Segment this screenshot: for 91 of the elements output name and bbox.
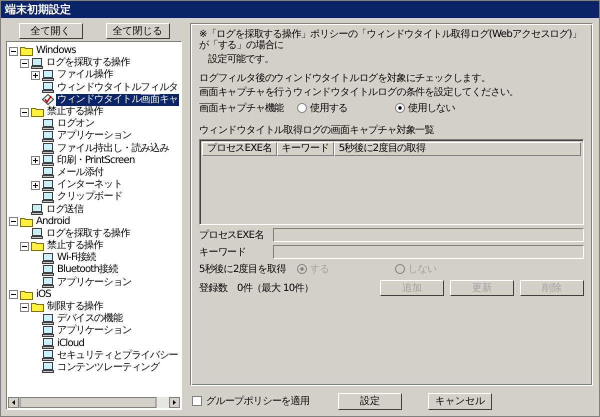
tree-item[interactable]: ウィンドウタイトル画面キャ [56,94,179,106]
monitor-icon [42,82,54,94]
dialog-button[interactable]: キャンセル [428,392,492,410]
tree-item[interactable]: 禁止する操作 [46,106,104,118]
monitor-icon [31,58,43,69]
list-view[interactable]: プロセスEXE名 キーワード 5秒後に2度目の取得 [199,139,584,225]
monitor-icon [31,228,43,240]
tree-item[interactable]: ファイル持出し・読み込み [56,142,170,155]
monitor-icon [42,362,54,374]
check-diamond-icon [42,94,54,106]
tree-item[interactable]: クリップボード [56,191,124,204]
tree-item[interactable]: メール添付 [56,166,105,179]
field-label: プロセスEXE名 [199,228,265,242]
monitor-icon [42,192,54,203]
tree-item[interactable]: Wi-Fi接続 [56,252,97,264]
tree-item[interactable]: 制限する操作 [46,301,104,314]
count-label: 登録数 [199,282,228,295]
count-value: 0件（最大 10件） [237,282,314,295]
tree-item[interactable]: Windows [35,45,77,58]
collapse-icon[interactable] [9,217,18,226]
tree-item[interactable]: iOS [35,288,52,301]
folder-icon [20,46,33,56]
monitor-icon [42,264,54,276]
collapse-icon[interactable] [20,302,29,312]
field-label: キーワード [199,246,248,259]
tree-item[interactable]: ウィンドウタイトルフィルタ [56,82,179,94]
tree-item[interactable]: 禁止する操作 [46,240,104,252]
expand-icon[interactable] [31,180,40,190]
monitor-icon [42,70,54,81]
description-text: ログフィルタ後のウィンドウタイトルログを対象にチェックします。 [199,73,492,84]
monitor-icon [42,326,54,337]
radio-button[interactable] [297,103,307,113]
monitor-icon [42,338,54,350]
column-header[interactable]: キーワード [276,142,334,156]
checkbox[interactable] [192,396,202,406]
tree-item[interactable]: デバイスの機能 [56,313,124,326]
option-label: 画面キャプチャ機能 [199,102,285,115]
monitor-icon [42,180,54,191]
expand-icon[interactable] [31,156,40,166]
column-header[interactable]: 5秒後に2度目の取得 [334,142,581,156]
tree-toggle-button[interactable]: 全て開く [18,23,82,39]
note-text: 設定可能です。 [207,54,275,65]
monitor-icon [42,350,54,362]
tree-item[interactable]: 印刷・PrintScreen [56,154,136,167]
note-text: ※「ログを採取する操作」ポリシーの「ウィンドウタイトル取得ログ(Webアクセスログ)」が「する」の場合に [199,29,582,51]
tree-item[interactable]: ファイル操作 [56,69,114,82]
tree-item[interactable]: アプリケーション [56,325,132,338]
description-text: 画面キャプチャを行うウィンドウタイトルログの条件を設定してください。 [199,87,520,98]
monitor-icon [42,252,54,264]
monitor-icon [42,130,54,142]
checkbox-label: グループポリシーを適用 [206,394,310,408]
radio-button[interactable] [395,103,405,113]
tree-item[interactable]: ログ送信 [45,204,84,216]
tree-item[interactable]: Android [35,216,71,228]
tree-item[interactable]: インターネット [56,179,124,192]
collapse-icon[interactable] [20,58,29,68]
monitor-icon [42,118,54,130]
collapse-icon[interactable] [9,290,18,300]
monitor-icon [42,314,54,325]
radio-label: 使用しない [408,102,456,115]
tree-item[interactable]: Bluetooth接続 [56,264,119,276]
tree-item[interactable]: アプリケーション [56,130,132,142]
column-header[interactable]: プロセスEXE名 [202,142,277,156]
tree-item[interactable]: アプリケーション [56,276,132,289]
folder-icon [31,302,44,312]
folder-icon [20,216,33,227]
monitor-icon [31,204,43,216]
collapse-icon[interactable] [20,242,29,251]
horizontal-scrollbar[interactable] [8,397,180,408]
folder-icon [31,107,44,118]
dialog-button[interactable]: 設定 [338,392,402,410]
folder-icon [31,241,44,252]
tree-item[interactable]: ログを採取する操作 [45,228,131,240]
option-label: 5秒後に2度目を取得 [199,262,288,276]
collapse-icon[interactable] [20,108,29,117]
tree-item[interactable]: コンテンツレーティング [56,362,160,374]
tree-item[interactable]: ログを採取する操作 [45,57,131,70]
folder-icon [20,290,33,300]
monitor-icon [42,277,54,288]
tree-item[interactable]: iCloud [56,338,86,350]
collapse-icon[interactable] [9,46,18,56]
tree-item[interactable]: ログオン [56,118,96,130]
tree-item[interactable]: セキュリティとプライバシー [56,350,179,362]
window-title: 端末初期設定 [1,1,599,18]
list-label: ウィンドウタイトル取得ログの画面キャプチャ対象一覧 [199,125,436,136]
radio-label: 使用する [310,102,348,115]
monitor-icon [42,155,54,166]
monitor-icon [42,143,54,154]
tree-toggle-button[interactable]: 全て閉じる [106,23,170,39]
expand-icon[interactable] [31,70,40,80]
monitor-icon [42,167,54,178]
